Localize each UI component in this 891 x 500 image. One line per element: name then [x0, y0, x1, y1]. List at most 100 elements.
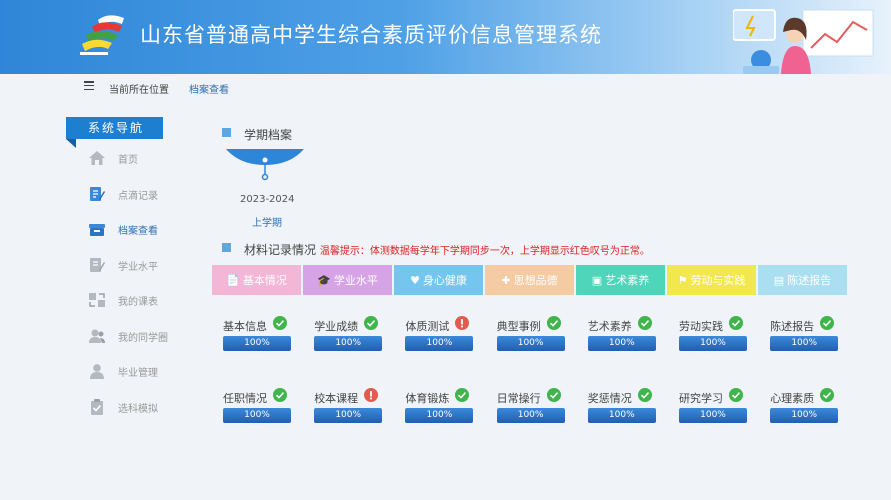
check-icon: [637, 388, 652, 402]
term-selector-icon[interactable]: [226, 149, 306, 189]
record-item-label: 任职情况: [223, 392, 267, 405]
record-item[interactable]: 典型事例 100%: [496, 316, 565, 352]
records-title: 材料记录情况: [244, 243, 317, 257]
tab-label: 劳动与实践: [690, 274, 746, 287]
tab-icon: ⚑: [677, 273, 688, 287]
check-icon: [637, 316, 652, 330]
sidebar-item-label: 选科模拟: [118, 404, 158, 415]
record-item-label: 心理素质: [770, 392, 815, 405]
sidebar-item-academic[interactable]: 学业水平: [88, 254, 188, 276]
record-item-label: 艺术素养: [587, 320, 632, 333]
section-marker: [222, 128, 231, 137]
progress-bar: 100%: [496, 336, 565, 351]
edit-icon: [90, 187, 105, 201]
teacher-illustration-icon: [733, 9, 874, 74]
breadcrumb-label: 当前所在位置: [109, 85, 169, 96]
progress-bar: 100%: [223, 336, 291, 351]
clipboard-check-icon: [91, 399, 103, 415]
progress-bar: 100%: [496, 408, 565, 423]
records-section-title: 材料记录情况 温馨提示：体测数据每学年下学期同步一次，上学期显示红色叹号为正常。: [244, 241, 650, 258]
swap-icon: [89, 293, 105, 307]
progress-bar: 100%: [770, 336, 839, 351]
record-item[interactable]: 任职情况 100%: [223, 388, 291, 424]
record-item[interactable]: 体质测试 100%: [405, 316, 474, 352]
record-item-label: 日常操行: [496, 392, 541, 405]
tab-icon: 📄: [226, 273, 240, 287]
record-item[interactable]: 陈述报告 100%: [770, 316, 839, 352]
tab-label: 思想品德: [513, 274, 558, 287]
record-item[interactable]: 日常操行 100%: [496, 388, 565, 424]
home-icon: [89, 151, 105, 165]
check-icon: [820, 316, 835, 330]
record-item[interactable]: 基本信息 100%: [223, 316, 291, 352]
hint-text: 体测数据每学年下学期同步一次，上学期显示红色叹号为正常。: [369, 246, 650, 257]
progress-bar: 100%: [679, 336, 747, 351]
record-item[interactable]: 体育锻炼 100%: [405, 388, 474, 424]
tab-icon: ▣: [591, 273, 603, 287]
sidebar-item-schedule[interactable]: 我的课表: [88, 289, 188, 311]
tab-label: 学业水平: [333, 274, 378, 287]
progress-bar: 100%: [679, 408, 747, 423]
check-icon: [729, 388, 743, 402]
progress-bar: 100%: [314, 408, 383, 423]
progress-bar: 100%: [314, 336, 383, 351]
tab-icon: 🎓: [317, 273, 331, 287]
record-item-label: 学业成绩: [314, 320, 359, 333]
record-item-label: 校本课程: [314, 392, 359, 405]
tab-academic[interactable]: 🎓 学业水平: [303, 265, 392, 295]
tab-icon: ♥: [410, 273, 420, 287]
sidebar-item-subject-simulation[interactable]: 选科模拟: [88, 396, 188, 418]
progress-bar: 100%: [223, 408, 291, 423]
record-item[interactable]: 劳动实践 100%: [679, 316, 747, 352]
term-year[interactable]: 2023-2024: [240, 194, 295, 205]
sidebar-item-label: 毕业管理: [118, 368, 158, 379]
archive-icon: [89, 224, 105, 236]
progress-bar: 100%: [587, 408, 656, 423]
sidebar-item-classmates[interactable]: 我的同学圈: [88, 325, 188, 347]
tab-icon: ▤: [773, 273, 785, 287]
check-icon: [820, 388, 835, 402]
record-item-label: 体育锻炼: [405, 392, 450, 405]
record-item[interactable]: 学业成绩 100%: [314, 316, 383, 352]
progress-bar: 100%: [587, 336, 656, 351]
record-item-label: 研究学习: [679, 392, 723, 405]
sidebar-item-label: 首页: [118, 155, 138, 166]
app-title: 山东省普通高中学生综合素质评价信息管理系统: [140, 23, 602, 47]
sidebar-title: 系统导航: [66, 117, 163, 148]
record-item-label: 基本信息: [223, 320, 267, 333]
sidebar-item-home[interactable]: 首页: [88, 147, 188, 169]
menu-icon[interactable]: [84, 81, 94, 91]
check-icon: [273, 316, 287, 330]
sidebar-item-graduation[interactable]: 毕业管理: [88, 360, 188, 382]
term-semester[interactable]: 上学期: [252, 214, 282, 229]
record-item-label: 陈述报告: [770, 320, 815, 333]
record-item[interactable]: 艺术素养 100%: [587, 316, 656, 352]
tab-arts[interactable]: ▣ 艺术素养: [576, 265, 665, 295]
breadcrumb-current[interactable]: 档案查看: [189, 81, 229, 96]
header: 山东省普通高中学生综合素质评价信息管理系统: [0, 0, 891, 74]
check-icon: [273, 388, 287, 402]
tab-labor[interactable]: ⚑ 劳动与实践: [667, 265, 756, 295]
record-item[interactable]: 校本课程 100%: [314, 388, 383, 424]
section-marker: [222, 243, 231, 252]
check-icon: [455, 388, 470, 402]
tab-icon: ✚: [501, 273, 511, 287]
record-item[interactable]: 研究学习 100%: [679, 388, 747, 424]
tab-label: 艺术素养: [605, 274, 650, 287]
tab-report[interactable]: ▤ 陈述报告: [758, 265, 847, 295]
tab-health[interactable]: ♥ 身心健康: [394, 265, 483, 295]
sidebar-item-records[interactable]: 点滴记录: [88, 183, 188, 205]
record-item-label: 典型事例: [496, 320, 541, 333]
record-item-label: 体质测试: [405, 320, 450, 333]
sidebar-item-archive[interactable]: 档案查看: [88, 218, 188, 240]
term-section-title: 学期档案: [244, 128, 293, 142]
record-item[interactable]: 心理素质 100%: [770, 388, 839, 424]
tab-label: 身心健康: [422, 274, 467, 287]
sidebar-item-label: 学业水平: [118, 262, 158, 273]
record-item[interactable]: 奖惩情况 100%: [587, 388, 656, 424]
tab-basic-info[interactable]: 📄 基本情况: [212, 265, 301, 295]
progress-bar: 100%: [770, 408, 839, 423]
users-icon: [89, 329, 105, 343]
tab-morality[interactable]: ✚ 思想品德: [485, 265, 574, 295]
check-icon: [546, 388, 561, 402]
